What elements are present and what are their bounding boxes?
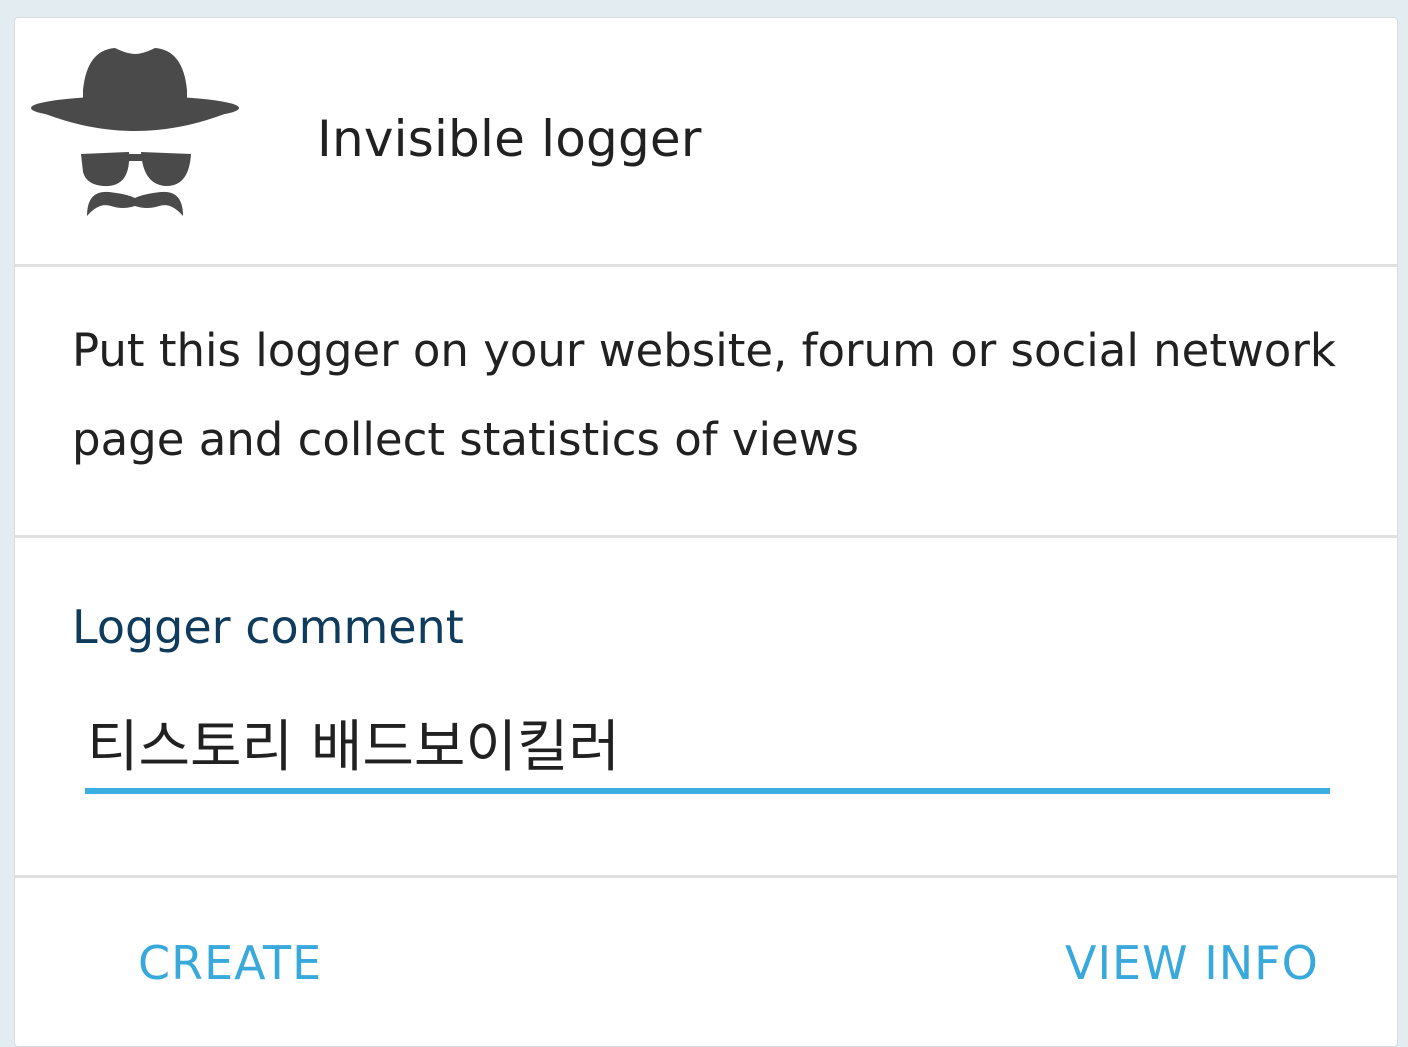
logger-card: Invisible logger Put this logger on your…: [14, 17, 1398, 1047]
incognito-icon: [31, 48, 239, 216]
view-info-button[interactable]: VIEW INFO: [1065, 936, 1319, 990]
input-underline: [85, 788, 1330, 794]
app-title: Invisible logger: [317, 110, 702, 168]
create-button[interactable]: CREATE: [138, 936, 322, 990]
logger-comment-label: Logger comment: [72, 600, 464, 654]
divider-middle: [15, 535, 1397, 538]
description-text: Put this logger on your website, forum o…: [72, 324, 1336, 466]
divider-bottom: [15, 875, 1397, 878]
divider-top: [15, 264, 1397, 267]
logger-comment-input[interactable]: [85, 703, 1329, 781]
card-header: Invisible logger: [15, 18, 1397, 264]
